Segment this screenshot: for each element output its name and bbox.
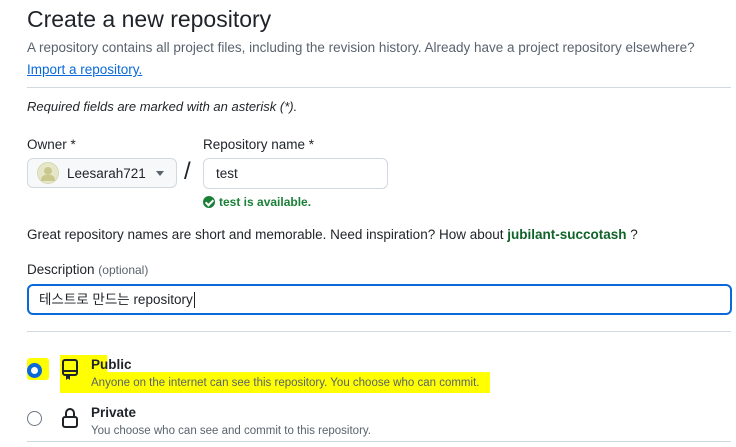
- private-description: You choose who can see and commit to thi…: [91, 425, 371, 437]
- page-title: Create a new repository: [27, 6, 272, 32]
- description-input[interactable]: 테스트로 만드는 repository: [27, 284, 732, 315]
- page-subtitle: A repository contains all project files,…: [27, 40, 695, 55]
- description-value: 테스트로 만드는 repository: [39, 292, 193, 307]
- inspiration-text: Great repository names are short and mem…: [27, 227, 504, 242]
- name-inspiration: Great repository names are short and mem…: [27, 227, 638, 242]
- text-cursor: [193, 292, 195, 309]
- owner-dropdown[interactable]: Leesarah721: [27, 158, 177, 188]
- check-circle-icon: [203, 196, 215, 208]
- owner-name: Leesarah721: [67, 165, 146, 181]
- description-label: Description (optional): [27, 262, 148, 277]
- description-label-text: Description: [27, 262, 95, 277]
- repository-name-value: test: [216, 166, 238, 181]
- public-radio[interactable]: [27, 363, 42, 378]
- divider: [27, 331, 731, 332]
- inspiration-end: ?: [630, 227, 638, 242]
- private-radio[interactable]: [27, 411, 42, 426]
- chevron-down-icon: [155, 170, 164, 176]
- suggested-name-link[interactable]: jubilant-succotash: [507, 227, 626, 242]
- availability-text: test is available.: [219, 195, 312, 209]
- owner-repo-separator: /: [184, 158, 191, 185]
- public-title: Public: [91, 357, 132, 372]
- visibility-option-public[interactable]: Public Anyone on the internet can see th…: [27, 357, 727, 399]
- avatar: [37, 162, 59, 184]
- divider: [27, 87, 731, 88]
- import-repository-link[interactable]: Import a repository.: [27, 62, 142, 77]
- owner-label: Owner *: [27, 137, 76, 152]
- optional-tag: (optional): [98, 263, 149, 277]
- availability-message: test is available.: [203, 195, 311, 209]
- repository-name-input[interactable]: test: [203, 158, 388, 189]
- private-title: Private: [91, 405, 137, 420]
- public-description: Anyone on the internet can see this repo…: [91, 377, 480, 389]
- divider: [27, 441, 731, 442]
- repository-name-label: Repository name *: [203, 137, 315, 152]
- repo-icon: [61, 359, 79, 386]
- lock-icon: [61, 407, 79, 434]
- required-fields-note: Required fields are marked with an aster…: [27, 99, 298, 114]
